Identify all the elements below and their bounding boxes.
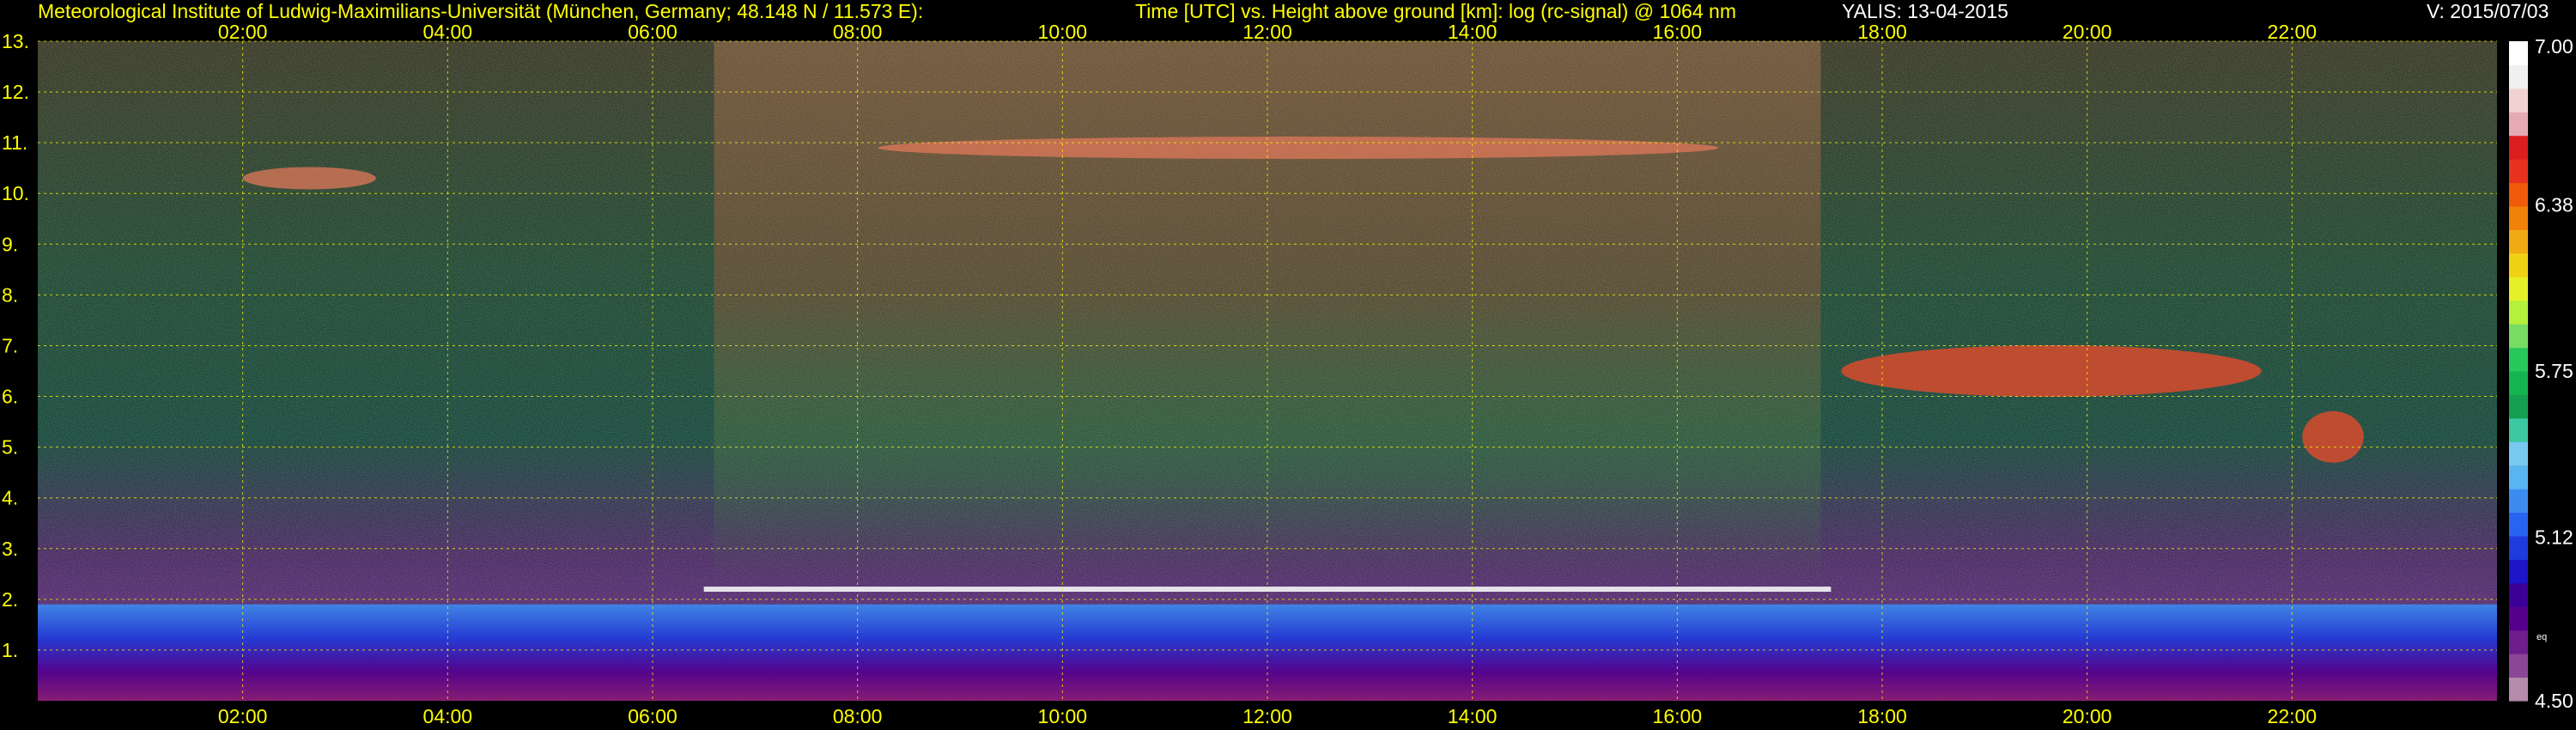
colorbar-segment	[2509, 229, 2528, 254]
colorbar-segment	[2509, 536, 2528, 560]
x-tick-label-bottom: 04:00	[423, 705, 473, 727]
colorbar-segment	[2509, 630, 2528, 654]
colorbar-segment	[2509, 465, 2528, 490]
x-tick-label-top: 02:00	[218, 21, 268, 43]
colorbar-segment	[2509, 559, 2528, 584]
y-tick-label: 5.	[2, 436, 18, 459]
y-tick-label: 13.	[2, 30, 29, 52]
y-tick-label: 12.	[2, 81, 29, 103]
colorbar-segment	[2509, 324, 2528, 349]
colorbar-segment	[2509, 206, 2528, 230]
colorbar-segment	[2509, 394, 2528, 419]
y-tick-label: 11.	[2, 131, 27, 154]
x-tick-label-top: 12:00	[1242, 21, 1292, 43]
colorbar-segment	[2509, 159, 2528, 184]
y-tick-label: 7.	[2, 334, 18, 356]
x-tick-label-bottom: 06:00	[628, 705, 677, 727]
y-axis: 1. 2. 3. 4. 5. 6. 7. 8. 9. 10. 11. 12. 13.	[2, 30, 29, 661]
x-tick-label-top: 14:00	[1448, 21, 1498, 43]
feature-cloud-3	[878, 137, 1719, 160]
feature-cloud-2	[242, 167, 376, 190]
colorbar-segment	[2509, 182, 2528, 207]
feature-cloud-5	[2302, 411, 2364, 463]
colorbar-tiny-label: eq	[2537, 632, 2547, 642]
colorbar-segment	[2509, 582, 2528, 607]
y-tick-label: 1.	[2, 639, 18, 661]
y-tick-label: 3.	[2, 538, 18, 560]
colorbar-segment	[2509, 677, 2528, 702]
x-axis-top: 02:00 04:00 06:00 08:00 10:00 12:00 14:00 16:00…	[218, 21, 2317, 43]
x-tick-label-top: 18:00	[1857, 21, 1907, 43]
y-tick-label: 9.	[2, 233, 18, 255]
colorbar-segment	[2509, 347, 2528, 372]
colorbar-label: 4.50	[2535, 690, 2573, 712]
x-tick-label-top: 08:00	[833, 21, 883, 43]
colorbar-segment	[2509, 489, 2528, 514]
y-tick-label: 10.	[2, 182, 29, 204]
colorbar-segment	[2509, 371, 2528, 395]
colorbar-label: 7.00	[2535, 35, 2573, 58]
colorbar-segment	[2509, 135, 2528, 160]
colorbar-segment	[2509, 112, 2528, 137]
colorbar: 7.00 6.38 5.75 5.12 4.50 eq	[2509, 35, 2573, 712]
x-tick-label-bottom: 18:00	[1857, 705, 1907, 727]
y-tick-label: 2.	[2, 588, 18, 611]
feature-cloud-4	[1841, 345, 2262, 397]
colorbar-segment	[2509, 441, 2528, 466]
colorbar-label: 5.12	[2535, 526, 2573, 549]
colorbar-segment	[2509, 300, 2528, 325]
y-tick-label: 6.	[2, 386, 18, 408]
colorbar-segment	[2509, 277, 2528, 301]
y-tick-label: 8.	[2, 283, 18, 306]
x-tick-label-top: 16:00	[1653, 21, 1703, 43]
y-tick-label: 4.	[2, 487, 18, 509]
colorbar-segment	[2509, 417, 2528, 442]
colorbar-segment	[2509, 64, 2528, 89]
x-tick-label-top: 22:00	[2268, 21, 2318, 43]
colorbar-label: 6.38	[2535, 193, 2573, 216]
colorbar-segment	[2509, 41, 2528, 65]
x-tick-label-bottom: 12:00	[1242, 705, 1292, 727]
x-tick-label-top: 06:00	[628, 21, 677, 43]
x-tick-label-bottom: 14:00	[1448, 705, 1498, 727]
x-tick-label-bottom: 22:00	[2268, 705, 2318, 727]
x-tick-label-bottom: 10:00	[1038, 705, 1088, 727]
colorbar-segment	[2509, 654, 2528, 678]
x-tick-label-bottom: 02:00	[218, 705, 268, 727]
lidar-chart: 1. 2. 3. 4. 5. 6. 7. 8. 9. 10. 11. 12. 13. 02:00 04:0…	[2, 21, 2573, 727]
x-tick-label-bottom: 08:00	[833, 705, 883, 727]
x-tick-label-bottom: 16:00	[1653, 705, 1703, 727]
colorbar-segment	[2509, 606, 2528, 631]
x-tick-label-top: 04:00	[423, 21, 473, 43]
x-axis-bottom: 02:00 04:00 06:00 08:00 10:00 12:00 14:00 16:00…	[218, 705, 2317, 727]
colorbar-segment	[2509, 88, 2528, 113]
x-tick-label-top: 20:00	[2063, 21, 2112, 43]
x-tick-label-top: 10:00	[1038, 21, 1088, 43]
colorbar-segment	[2509, 512, 2528, 537]
x-tick-label-bottom: 20:00	[2063, 705, 2112, 727]
colorbar-label: 5.75	[2535, 360, 2573, 382]
colorbar-segment	[2509, 252, 2528, 277]
